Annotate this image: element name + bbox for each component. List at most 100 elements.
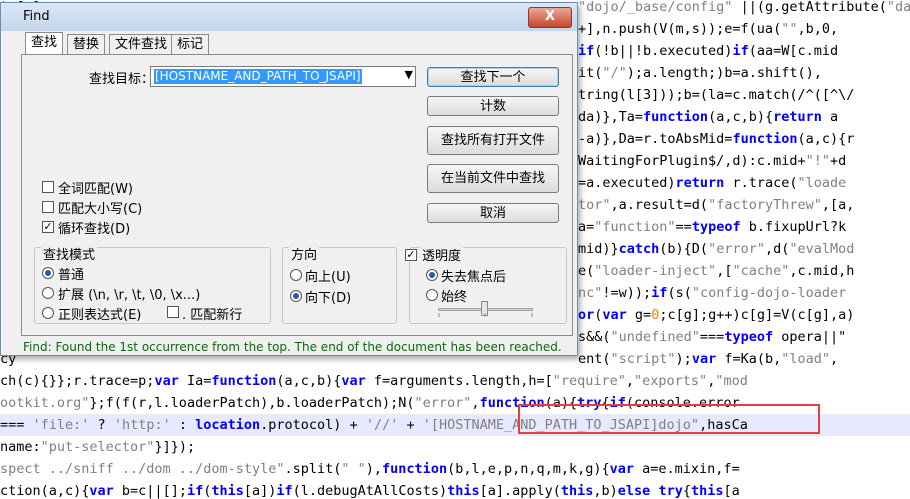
find-all-open-files-button[interactable]: 查找所有打开文件 (427, 126, 559, 155)
code-token: [a]) (243, 483, 277, 499)
code-token: g= (626, 307, 652, 323)
tab-replace[interactable]: 替换 (67, 34, 106, 54)
code-token: typeof (724, 329, 774, 345)
count-button[interactable]: 计数 (427, 96, 559, 116)
code-token: (a,c){r (797, 131, 855, 147)
dialog-title: Find (23, 9, 50, 24)
match-newline-label: . 匹配新行 (182, 308, 243, 323)
code-token: try (658, 483, 683, 499)
code-line[interactable]: ction(a,c){var b=c||[];if(this[a])if(l.d… (0, 480, 910, 499)
code-token: var (602, 307, 627, 323)
code-token: mid)} (578, 241, 619, 257)
code-token: '//' (365, 417, 399, 433)
code-token: (l.debugAtAllCosts) (292, 483, 448, 499)
code-token: (a,c,b){ (276, 373, 342, 389)
code-token: da)},Ta= (578, 109, 644, 125)
direction-label: 方向 (289, 244, 320, 263)
transparency-on-blur-radio[interactable] (426, 269, 438, 281)
direction-down-label: 向下(D) (305, 291, 352, 306)
mode-extended-radio[interactable] (42, 287, 54, 299)
code-token: name: (0, 439, 41, 455)
code-line-tail: tring(l[3]));b=(la=c.match(/^([^\/ (578, 84, 854, 106)
code-token: if (578, 43, 595, 59)
tab-mark[interactable]: 标记 (171, 34, 210, 54)
code-token: , (830, 351, 839, 367)
code-token: spect ../sniff ../dom ../dom-style" (0, 461, 285, 477)
code-token: this (211, 483, 244, 499)
code-token: return (773, 109, 822, 125)
find-in-current-file-button[interactable]: 在当前文件中查找 (427, 164, 559, 193)
transparency-label: 透明度 (420, 245, 464, 264)
code-token: ,b,0, (797, 21, 839, 37)
direction-up-radio[interactable] (290, 269, 302, 281)
code-token: a=e.mixin,f= (634, 461, 740, 477)
code-token: .split( (284, 461, 342, 477)
code-token: "load" (781, 351, 831, 367)
code-token: ction(a,c){ (0, 483, 90, 499)
close-button[interactable]: X (528, 7, 572, 28)
tab-find-in-files[interactable]: 文件查找 (109, 34, 174, 54)
match-case-checkbox[interactable] (42, 201, 54, 213)
code-token: this (560, 483, 594, 499)
code-token: "put-selector" (40, 439, 155, 455)
code-token: "error" (708, 241, 765, 257)
code-token: 'file:' (32, 417, 90, 433)
code-token: : (170, 417, 196, 433)
code-token: function (382, 461, 448, 477)
transparency-checkbox[interactable]: ✓ (405, 249, 417, 261)
code-token: "undefined" (610, 329, 700, 345)
code-token: return (675, 175, 725, 191)
code-token: +d (829, 153, 847, 169)
code-token: if (276, 483, 293, 499)
whole-word-checkbox[interactable] (42, 181, 54, 193)
code-token: [a].apply( (479, 483, 561, 499)
code-token: -a)},Da=r.toAbsMid= (578, 131, 733, 147)
code-token: (!b||!b.executed) (594, 43, 733, 59)
code-line[interactable]: ch(c){}};r.trace=p;var Ia=function(a,c,b… (0, 370, 910, 392)
tab-find[interactable]: 查找 (25, 32, 64, 55)
transparency-always-label: 始终 (441, 290, 468, 305)
code-token: , (625, 373, 635, 389)
code-token: ent( (578, 351, 611, 367)
code-token: function (211, 373, 277, 389)
code-token: +],n.push(V(m,s));e=f(ua( (578, 21, 782, 37)
code-line-tail: +],n.push(V(m,s));e=f(ua("",b,0, (578, 18, 838, 40)
code-token: it( (578, 65, 603, 81)
code-token: "data-dojo-config" (886, 0, 910, 15)
direction-up-label: 向上(U) (305, 270, 351, 285)
code-token: !=w)); (602, 285, 652, 301)
code-line-tail: da)},Ta=function(a,c,b){return a (578, 106, 838, 128)
search-input[interactable]: [HOSTNAME_AND_PATH_TO_JSAPI] ▼ (150, 66, 416, 87)
code-line-tail: e("loader-inject",["cache",c.mid,h (578, 260, 854, 282)
code-token: tring(l[3]));b=(la=c.match(/^([^\/ (578, 87, 855, 103)
code-line-tail: if(!b||!b.executed)if(aa=W[c.mid (578, 40, 838, 62)
dropdown-arrow-icon[interactable]: ▼ (405, 68, 413, 81)
wrap-around-checkbox[interactable]: ✓ (42, 221, 54, 233)
code-token: "config-dojo-loader (691, 285, 847, 301)
dialog-titlebar[interactable]: Find X (1, 3, 577, 31)
whole-word-label: 全词匹配(W) (58, 182, 133, 197)
code-token: var (89, 483, 114, 499)
code-token: b.fixupUrl?k (740, 219, 847, 235)
code-token: (aa=W[c.mid (748, 43, 839, 59)
match-newline-checkbox[interactable] (167, 306, 179, 318)
code-token: var (154, 373, 179, 389)
search-mode-label: 查找模式 (41, 244, 98, 263)
code-token: + (398, 417, 423, 433)
code-token: == (675, 219, 692, 235)
direction-down-radio[interactable] (290, 290, 302, 302)
transparency-always-radio[interactable] (426, 289, 438, 301)
code-line[interactable]: spect ../sniff ../dom ../dom-style".spli… (0, 458, 910, 480)
find-next-button[interactable]: 查找下一个 (427, 67, 559, 87)
code-token: ,a.result=d( (610, 197, 709, 213)
mode-regex-radio[interactable] (42, 307, 54, 319)
mode-normal-radio[interactable] (42, 267, 54, 279)
code-token: var (691, 351, 717, 367)
code-token: this (447, 483, 480, 499)
code-token: ;c[g];g++)c[g]=V(c[g],a) (659, 307, 855, 323)
code-line[interactable]: name:"put-selector"}]}); (0, 436, 910, 458)
code-token: catch (618, 241, 660, 257)
cancel-button[interactable]: 取消 (427, 203, 559, 223)
code-token: if (732, 43, 749, 59)
code-token: === (699, 329, 725, 345)
